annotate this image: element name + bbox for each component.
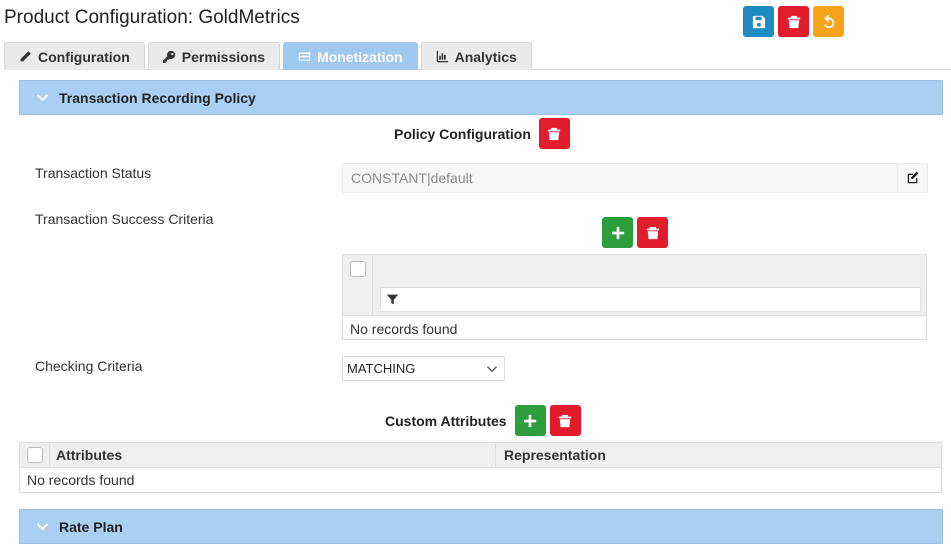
select-all-checkbox[interactable]	[26, 447, 43, 463]
tab-label: Configuration	[38, 48, 130, 65]
tab-analytics[interactable]: Analytics	[420, 42, 532, 70]
transaction-status-label: Transaction Status	[35, 165, 152, 181]
trash-icon	[646, 226, 659, 239]
table-header	[343, 255, 926, 316]
save-icon	[752, 15, 765, 28]
tab-label: Analytics	[454, 48, 517, 65]
plus-icon	[611, 226, 624, 239]
filter-field	[380, 287, 921, 312]
undo-icon	[823, 14, 834, 28]
top-actions	[743, 6, 844, 37]
success-criteria-label: Transaction Success Criteria	[35, 211, 214, 227]
plus-icon	[523, 414, 537, 427]
checking-criteria-label: Checking Criteria	[35, 358, 143, 374]
filter-icon	[386, 294, 399, 305]
pencil-icon	[20, 51, 31, 62]
rate-plan-panel-header[interactable]: Rate Plan	[19, 509, 943, 544]
policy-configuration-header: Policy Configuration	[394, 118, 570, 149]
add-criteria-button[interactable]	[602, 217, 633, 248]
trash-icon	[548, 127, 561, 140]
filter-input[interactable]	[404, 288, 920, 311]
transaction-status-field: CONSTANT|default	[342, 163, 928, 193]
bar-chart-icon	[436, 50, 448, 63]
tab-label: Permissions	[181, 48, 266, 65]
delete-criteria-button[interactable]	[637, 217, 668, 248]
edit-status-button[interactable]	[897, 164, 927, 192]
column-header-representation[interactable]: Representation	[496, 443, 941, 467]
chevron-down-icon	[36, 523, 49, 531]
chevron-down-icon	[487, 365, 497, 372]
transaction-status-value: CONSTANT|default	[351, 170, 473, 186]
panel-title: Rate Plan	[59, 518, 123, 535]
empty-message: No records found	[27, 472, 135, 488]
transaction-policy-panel-header[interactable]: Transaction Recording Policy	[19, 80, 943, 115]
tab-monetization[interactable]: Monetization	[283, 42, 418, 70]
table-header: Attributes Representation	[20, 443, 941, 468]
add-attribute-button[interactable]	[514, 405, 546, 436]
success-criteria-actions	[602, 217, 668, 248]
custom-attributes-actions	[514, 405, 581, 436]
chevron-down-icon	[36, 94, 49, 102]
section-title: Policy Configuration	[394, 125, 531, 142]
select-all-checkbox[interactable]	[350, 261, 366, 277]
tab-bar: Configuration Permissions Monetization A…	[4, 42, 951, 70]
trash-icon	[558, 414, 572, 427]
delete-attribute-button[interactable]	[549, 405, 581, 436]
revert-button[interactable]	[813, 6, 844, 37]
tab-configuration[interactable]: Configuration	[4, 42, 145, 70]
custom-attributes-header: Custom Attributes	[385, 405, 581, 436]
page-title: Product Configuration: GoldMetrics	[4, 7, 300, 28]
column-header-attributes[interactable]: Attributes	[50, 443, 496, 467]
success-criteria-table: No records found	[342, 254, 927, 340]
trash-icon	[787, 15, 800, 28]
checking-criteria-select[interactable]: MATCHING	[342, 356, 505, 381]
tab-permissions[interactable]: Permissions	[147, 42, 281, 70]
custom-attributes-table: Attributes Representation No records fou…	[19, 442, 942, 493]
selected-value: MATCHING	[347, 361, 416, 376]
tab-label: Monetization	[317, 48, 403, 65]
select-column	[343, 255, 373, 316]
empty-message: No records found	[350, 321, 458, 337]
credit-card-icon	[298, 52, 311, 61]
edit-icon	[907, 171, 919, 184]
save-button[interactable]	[743, 6, 774, 37]
select-column	[20, 443, 50, 467]
delete-product-button[interactable]	[778, 6, 809, 37]
panel-title: Transaction Recording Policy	[59, 89, 256, 106]
key-icon	[162, 50, 175, 63]
section-title: Custom Attributes	[385, 412, 507, 429]
delete-policy-button[interactable]	[538, 118, 570, 149]
